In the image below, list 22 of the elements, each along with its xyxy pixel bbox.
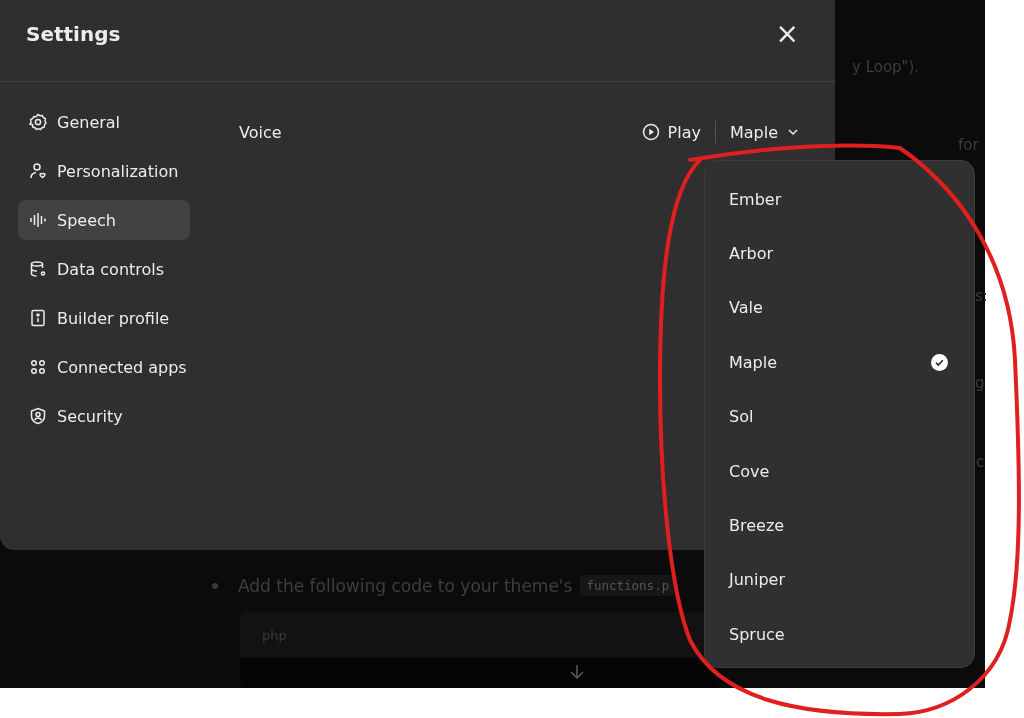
menu-option[interactable]: Arbor xyxy=(705,226,974,281)
sidebar-item[interactable]: Security xyxy=(18,396,190,436)
dialog-title: Settings xyxy=(26,21,121,46)
menu-option[interactable]: Cove xyxy=(705,443,974,499)
sidebar-item[interactable]: Speech xyxy=(18,200,190,240)
menu-option[interactable]: Ember xyxy=(705,172,974,227)
play-button[interactable]: Play xyxy=(641,122,701,142)
sidebar-item[interactable]: Personalization xyxy=(18,151,190,191)
menu-option[interactable]: Spruce xyxy=(705,607,974,662)
sidebar-item[interactable]: Data controls xyxy=(18,249,190,289)
menu-option[interactable]: Breeze xyxy=(705,498,974,553)
voice-label: Voice xyxy=(239,122,282,142)
sidebar-item[interactable]: Builder profile xyxy=(18,298,190,338)
close-button[interactable]: × xyxy=(775,19,799,48)
menu-option[interactable]: Maple xyxy=(705,335,974,390)
menu-option[interactable]: Sol xyxy=(705,389,974,444)
inline-code: functions.p xyxy=(580,575,676,596)
sidebar-item[interactable]: Connected apps xyxy=(18,347,190,387)
voice-dropdown[interactable]: Maple xyxy=(729,122,800,142)
menu-option[interactable]: Vale xyxy=(705,280,974,336)
menu-option[interactable]: Juniper xyxy=(705,552,974,608)
sidebar-item[interactable]: General xyxy=(18,102,190,142)
